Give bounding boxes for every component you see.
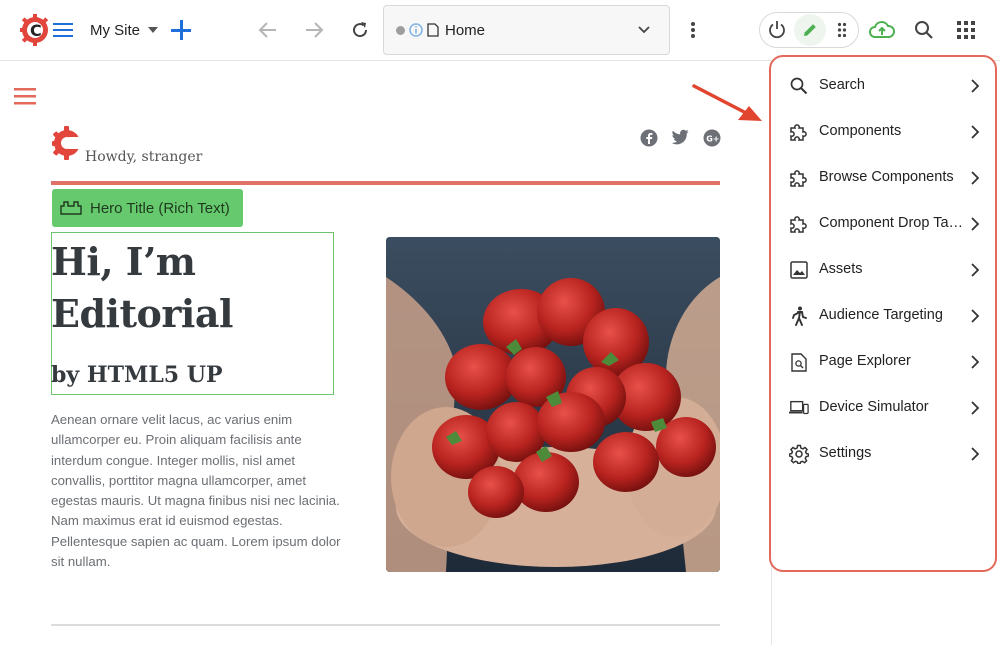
menu-item-assets[interactable]: Assets	[771, 250, 995, 290]
menu-item-settings[interactable]: Settings	[771, 434, 995, 474]
power-icon[interactable]	[765, 18, 789, 42]
search-icon	[789, 76, 809, 96]
drag-handle-icon[interactable]	[832, 18, 852, 42]
chevron-right-icon	[971, 171, 980, 185]
search-icon[interactable]	[912, 18, 936, 42]
menu-item-label: Assets	[819, 261, 863, 277]
add-content-button[interactable]	[169, 18, 193, 42]
site-selector[interactable]: My Site	[90, 18, 159, 42]
hero-image[interactable]	[386, 237, 720, 572]
menu-item-label: Page Explorer	[819, 353, 911, 369]
header-divider	[51, 181, 720, 185]
google-plus-icon[interactable]: G+	[703, 129, 721, 147]
component-brick-icon	[60, 201, 82, 215]
status-dot-icon	[396, 25, 405, 35]
publish-cloud-icon[interactable]	[868, 18, 896, 42]
content-divider	[51, 624, 720, 626]
menu-item-search[interactable]: Search	[771, 66, 995, 106]
chevron-right-icon	[971, 217, 980, 231]
devices-icon	[789, 398, 809, 418]
chevron-down-icon	[638, 26, 650, 34]
menu-item-label: Component Drop Targets	[819, 215, 967, 231]
edit-mode-button[interactable]	[794, 14, 826, 46]
forward-button[interactable]	[302, 18, 326, 42]
refresh-icon	[353, 22, 368, 38]
chevron-right-icon	[971, 125, 980, 139]
component-label-badge[interactable]: Hero Title (Rich Text)	[52, 189, 243, 227]
tools-menu-panel: Search Components Browse Components Comp…	[769, 55, 997, 572]
menu-item-component-drop-targets[interactable]: Component Drop Targets	[771, 204, 995, 244]
puzzle-icon	[789, 168, 809, 188]
svg-text:G+: G+	[706, 135, 719, 144]
menu-item-label: Browse Components	[819, 169, 954, 185]
gear-icon	[789, 444, 809, 464]
menu-item-label: Audience Targeting	[819, 307, 943, 323]
arrow-right-icon	[306, 22, 324, 38]
menu-item-label: Components	[819, 123, 902, 139]
image-icon	[789, 260, 809, 280]
menu-item-device-simulator[interactable]: Device Simulator	[771, 388, 995, 428]
person-walking-icon	[789, 306, 809, 326]
hero-title-line2: Editorial	[51, 291, 233, 336]
page-icon	[427, 23, 439, 37]
site-logo-icon	[52, 124, 83, 162]
menu-item-components[interactable]: Components	[771, 112, 995, 152]
annotation-arrow-icon	[692, 84, 762, 121]
crafter-logo-icon[interactable]: C	[20, 14, 50, 46]
menu-item-audience-targeting[interactable]: Audience Targeting	[771, 296, 995, 336]
reload-button[interactable]	[348, 18, 372, 42]
arrow-left-icon	[258, 22, 276, 38]
info-icon	[409, 23, 423, 37]
component-label-text: Hero Title (Rich Text)	[90, 199, 230, 217]
top-toolbar: C My Site Home	[0, 0, 1000, 61]
puzzle-icon	[789, 214, 809, 234]
menu-item-label: Search	[819, 77, 865, 93]
address-label: Home	[445, 21, 486, 39]
menu-item-label: Settings	[819, 445, 872, 461]
twitter-icon[interactable]	[671, 129, 689, 147]
hero-body-text: Aenean ornare velit lacus, ac varius eni…	[51, 412, 341, 570]
page-menu-icon[interactable]	[14, 87, 36, 107]
menu-item-browse-components[interactable]: Browse Components	[771, 158, 995, 198]
pencil-icon	[804, 24, 816, 36]
site-selector-label: My Site	[90, 21, 141, 39]
hero-title-line1: Hi, I’m	[51, 239, 196, 284]
facebook-icon[interactable]	[640, 129, 658, 147]
menu-item-label: Device Simulator	[819, 399, 929, 415]
puzzle-icon	[789, 122, 809, 142]
plus-icon	[171, 20, 191, 40]
chevron-right-icon	[971, 309, 980, 323]
svg-text:C: C	[30, 21, 42, 40]
back-button[interactable]	[256, 18, 280, 42]
chevron-right-icon	[971, 263, 980, 277]
hero-subtitle: by HTML5 UP	[51, 362, 223, 388]
hero-title[interactable]: Hi, I’m Editorial	[51, 236, 351, 340]
chevron-right-icon	[971, 447, 980, 461]
chevron-right-icon	[971, 355, 980, 369]
menu-toggle-icon[interactable]	[52, 20, 74, 40]
menu-item-page-explorer[interactable]: Page Explorer	[771, 342, 995, 382]
more-options-icon[interactable]	[683, 18, 703, 42]
apps-grid-icon[interactable]	[954, 18, 978, 42]
chevron-right-icon	[971, 401, 980, 415]
address-bar[interactable]: Home	[383, 5, 670, 55]
page-search-icon	[789, 352, 809, 372]
caret-down-icon	[148, 27, 159, 33]
chevron-right-icon	[971, 79, 980, 93]
greeting-text: Howdy, stranger	[85, 149, 203, 165]
